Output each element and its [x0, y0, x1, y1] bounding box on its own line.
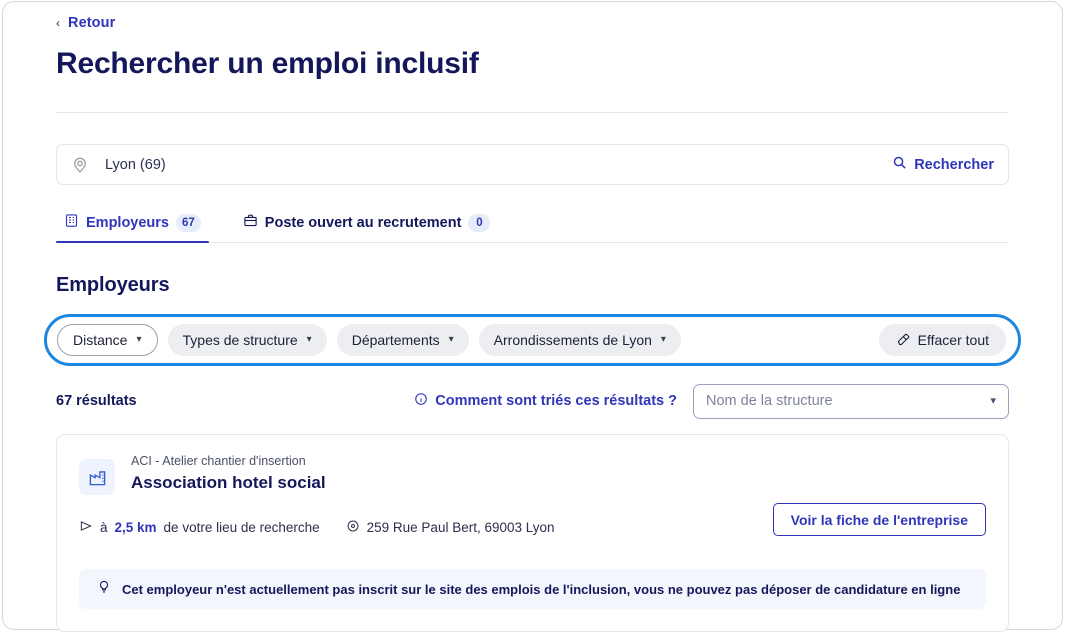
search-input[interactable]: Lyon (69): [105, 157, 892, 173]
filter-bar: Distance ▾ Types de structure ▾ Départem…: [44, 314, 1021, 366]
tab-poste-ouvert-badge: 0: [468, 213, 491, 232]
filter-chip-arrondissements[interactable]: Arrondissements de Lyon ▾: [478, 324, 681, 356]
back-link-row[interactable]: ‹ Retour: [56, 0, 1009, 34]
clear-all-filters-label: Effacer tout: [917, 332, 989, 348]
employer-name: Association hotel social: [131, 472, 326, 492]
tab-employeurs-label: Employeurs: [86, 214, 169, 231]
clear-all-filters-button[interactable]: Effacer tout: [878, 324, 1006, 356]
filter-chip-types-de-structure[interactable]: Types de structure ▾: [167, 324, 327, 356]
employer-distance-prefix: à: [100, 520, 108, 535]
chevron-down-icon: ▾: [306, 334, 312, 345]
tab-poste-ouvert-label: Poste ouvert au recrutement: [264, 214, 462, 231]
map-pin-icon: [346, 519, 360, 536]
chevron-down-icon: ▾: [136, 334, 142, 345]
employer-address: 259 Rue Paul Bert, 69003 Lyon: [346, 519, 555, 536]
sort-help-label: Comment sont triés ces résultats ?: [435, 393, 677, 409]
employer-distance-value: 2,5 km: [114, 520, 157, 535]
search-icon: [892, 155, 907, 174]
building-icon: [64, 213, 79, 232]
sort-help-link[interactable]: Comment sont triés ces résultats ?: [414, 392, 677, 410]
employer-notice: Cet employeur n'est actuellement pas ins…: [79, 569, 986, 609]
sort-select-value: Nom de la structure: [706, 393, 833, 409]
employer-card-meta: à 2,5 km de votre lieu de recherche 259 …: [79, 503, 986, 544]
filter-chip-departements-label: Départements: [351, 332, 440, 348]
tab-employeurs[interactable]: Employeurs 67: [56, 213, 209, 243]
search-button-label: Rechercher: [914, 156, 994, 173]
results-count: 67 résultats: [56, 393, 137, 409]
search-button[interactable]: Rechercher: [892, 155, 994, 174]
filter-chip-arrondissements-label: Arrondissements de Lyon: [493, 332, 652, 348]
employer-card-titles: ACI - Atelier chantier d'insertion Assoc…: [131, 453, 326, 494]
page-content: ‹ Retour Rechercher un emploi inclusif L…: [44, 0, 1021, 632]
lightbulb-icon: [97, 580, 111, 599]
chevron-down-icon: ▾: [448, 334, 454, 345]
briefcase-icon: [243, 213, 258, 232]
employer-kind: ACI - Atelier chantier d'insertion: [131, 454, 306, 468]
header-divider: [56, 112, 1009, 113]
info-circle-icon: [414, 392, 428, 410]
results-toolbar: 67 résultats Comment sont triés ces résu…: [56, 383, 1009, 419]
back-link-label[interactable]: Retour: [68, 15, 115, 31]
employer-address-text: 259 Rue Paul Bert, 69003 Lyon: [366, 520, 555, 535]
filter-chip-distance[interactable]: Distance ▾: [57, 324, 158, 356]
map-pin-icon: [71, 156, 89, 174]
app-viewport: ‹ Retour Rechercher un emploi inclusif L…: [0, 0, 1065, 632]
filter-chip-departements[interactable]: Départements ▾: [336, 324, 469, 356]
employer-distance: à 2,5 km de votre lieu de recherche: [79, 519, 320, 536]
factory-building-icon: [79, 459, 115, 495]
filter-chip-types-de-structure-label: Types de structure: [182, 332, 298, 348]
chevron-down-icon: ▾: [660, 334, 666, 345]
tab-poste-ouvert[interactable]: Poste ouvert au recrutement 0: [235, 213, 499, 242]
results-toolbar-right: Comment sont triés ces résultats ? Nom d…: [414, 383, 1009, 419]
filter-chip-distance-label: Distance: [73, 332, 128, 348]
chevron-down-icon: ▾: [990, 394, 996, 407]
view-company-button[interactable]: Voir la fiche de l'entreprise: [772, 503, 986, 536]
section-heading: Employeurs: [56, 274, 170, 296]
employer-card[interactable]: ACI - Atelier chantier d'insertion Assoc…: [56, 434, 1009, 632]
chevron-left-icon: ‹: [56, 16, 60, 30]
direction-arrow-icon: [79, 519, 93, 536]
employer-notice-text: Cet employeur n'est actuellement pas ins…: [122, 581, 961, 597]
employer-card-header: ACI - Atelier chantier d'insertion Assoc…: [79, 453, 986, 495]
employer-distance-suffix: de votre lieu de recherche: [163, 520, 320, 535]
sort-select[interactable]: Nom de la structure ▾: [693, 383, 1009, 419]
tab-employeurs-badge: 67: [176, 213, 201, 232]
results-tabs: Employeurs 67 Poste ouvert au recrutemen…: [56, 203, 1009, 243]
eraser-icon: [896, 332, 910, 349]
search-bar[interactable]: Lyon (69) Rechercher: [56, 144, 1009, 185]
page-title: Rechercher un emploi inclusif: [56, 47, 479, 80]
